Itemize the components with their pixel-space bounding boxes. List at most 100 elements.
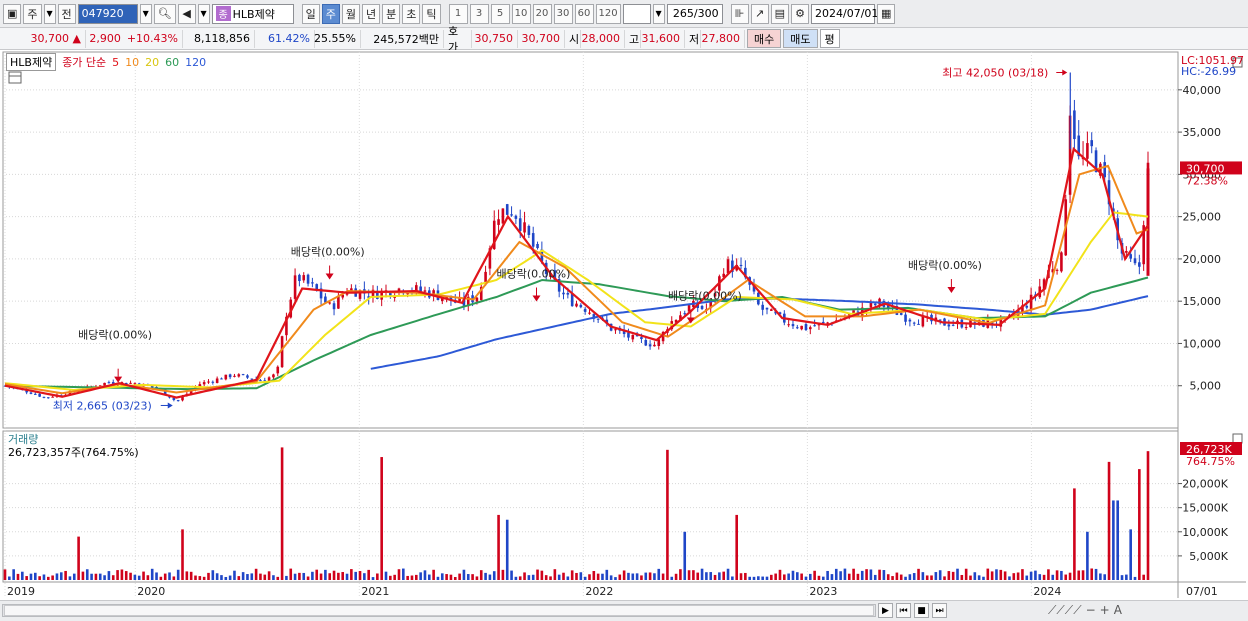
scroll-start-icon[interactable]: ⏮ <box>896 603 911 618</box>
calendar-icon[interactable]: ▦ <box>877 3 896 24</box>
interval-10[interactable]: 10 <box>511 3 531 24</box>
market-dropdown-icon[interactable]: ▼ <box>43 3 56 24</box>
candle-body <box>588 312 591 314</box>
interval-30[interactable]: 30 <box>553 3 573 24</box>
date-input[interactable]: 2024/07/01 <box>811 3 878 24</box>
legend-stock-name[interactable]: HLB제약 <box>6 53 57 71</box>
volume-bar <box>211 570 215 580</box>
volume-bar <box>1138 469 1141 580</box>
volume-value: 8,118,856 <box>183 29 255 48</box>
volume-bar <box>202 576 206 580</box>
volume-bar <box>904 576 907 580</box>
volume-bar <box>514 576 518 580</box>
volume-bar <box>726 568 730 580</box>
volume-bar <box>215 573 219 580</box>
stop-icon[interactable]: ■ <box>914 603 929 618</box>
period-year[interactable]: 년 <box>362 3 381 24</box>
interval-120[interactable]: 120 <box>595 3 621 24</box>
volume-bar <box>263 574 267 580</box>
candle-body <box>311 282 314 284</box>
zoom-controls: ⟋⟋⟋⟋ − + A <box>1048 603 1122 618</box>
candle-body <box>653 344 656 347</box>
volume-bar <box>696 572 700 580</box>
layout-icon[interactable]: ▣ <box>3 3 22 24</box>
interval-60[interactable]: 60 <box>574 3 594 24</box>
custom-interval-input[interactable] <box>622 3 651 24</box>
stock-name-field[interactable]: 종 HLB제약 <box>211 3 294 24</box>
volume-bar <box>1064 574 1068 580</box>
price-volume-chart[interactable]: 최고 42,050 (03/18) 최저 2,665 (03/23) 배당락(0.0… <box>0 50 1248 621</box>
interval-1[interactable]: 1 <box>448 3 468 24</box>
volume-bar <box>285 575 288 580</box>
volume-bar <box>596 573 600 580</box>
scroll-end-icon[interactable]: ⏭ <box>932 603 947 618</box>
candle-body <box>562 292 565 295</box>
price-tick-label: 25,000 <box>1183 211 1222 224</box>
zoom-out-icon[interactable]: − <box>1086 603 1096 618</box>
candle-body <box>796 327 799 329</box>
interval-3[interactable]: 3 <box>469 3 489 24</box>
code-dropdown-icon[interactable]: ▼ <box>139 3 152 24</box>
candle-body <box>228 374 232 378</box>
volume-bar <box>722 571 726 580</box>
volume-bar <box>527 575 531 580</box>
candle-body <box>1138 262 1141 267</box>
interval-20[interactable]: 20 <box>532 3 552 24</box>
volume-bar <box>865 569 868 580</box>
candle-body <box>1073 110 1076 140</box>
market-select[interactable]: 주 <box>23 3 42 24</box>
gear-icon[interactable]: ⚙ <box>791 3 809 24</box>
period-second[interactable]: 초 <box>402 3 421 24</box>
candle-body <box>1125 250 1128 253</box>
dividend-annotation: 배당락(0.00%) <box>908 259 982 272</box>
volume-tick-label: 5,000K <box>1189 550 1228 563</box>
volume-bar <box>553 569 557 580</box>
search-icon[interactable]: 🔍︎ <box>153 3 176 24</box>
candle-body <box>501 208 505 224</box>
open-price: 28,000 <box>581 29 625 48</box>
volume-bar <box>471 574 474 580</box>
zoom-in-icon[interactable]: + <box>1100 603 1110 618</box>
volume-bar <box>674 573 678 580</box>
speaker-icon[interactable]: ◀ <box>177 3 196 24</box>
scroll-thumb[interactable] <box>4 605 874 616</box>
volume-bar <box>389 575 392 580</box>
scroll-right-icon[interactable]: ▶ <box>878 603 893 618</box>
stock-code-input[interactable]: 047920 <box>77 3 138 24</box>
turnover-rate: 25.55% <box>314 29 361 48</box>
drawing-tools-icon[interactable]: ⟋⟋⟋⟋ <box>1048 603 1082 618</box>
draw-tool-icon[interactable]: ↗ <box>750 3 769 24</box>
chart-toolbar: ▣ 주 ▼ 전 047920 ▼ 🔍︎ ◀ ▼ 종 HLB제약 일 주 월 년 … <box>0 0 1248 28</box>
volume-bar <box>510 570 513 580</box>
prev-button[interactable]: 전 <box>57 3 76 24</box>
price-change: 2,900 +10.43% <box>86 29 183 48</box>
period-tick[interactable]: 틱 <box>422 3 441 24</box>
candle-body <box>293 275 297 299</box>
high-annotation: 최고 42,050 (03/18) <box>942 66 1048 79</box>
font-size-icon[interactable]: A <box>1114 603 1122 618</box>
count-field[interactable]: 265 /300 <box>666 3 723 24</box>
candle-type-icon[interactable]: ⊪ <box>730 3 749 24</box>
speaker-dropdown-icon[interactable]: ▼ <box>197 3 210 24</box>
interval-dropdown-icon[interactable]: ▼ <box>652 3 665 24</box>
period-day[interactable]: 일 <box>301 3 320 24</box>
candle-body <box>821 321 825 323</box>
volume-bar <box>393 574 396 580</box>
flat-button[interactable]: 평 <box>819 29 840 48</box>
period-minute[interactable]: 분 <box>382 3 401 24</box>
interval-5[interactable]: 5 <box>490 3 510 24</box>
volume-bar <box>640 575 643 580</box>
price-tick-label: 10,000 <box>1183 337 1222 350</box>
save-icon[interactable]: ▤ <box>770 3 789 24</box>
buy-button[interactable]: 매수 <box>747 29 782 48</box>
sell-button[interactable]: 매도 <box>783 29 818 48</box>
year-label: 2024 <box>1033 585 1061 598</box>
candle-body <box>917 323 920 325</box>
volume-bar <box>531 574 535 580</box>
period-week[interactable]: 주 <box>321 3 340 24</box>
candle-body <box>34 393 37 395</box>
volume-bar <box>752 576 756 580</box>
horizontal-scrollbar[interactable]: ▶ ⏮ ■ ⏭ ⟋⟋⟋⟋ − + A <box>0 600 1248 621</box>
period-month[interactable]: 월 <box>341 3 360 24</box>
volume-bar <box>800 573 803 580</box>
